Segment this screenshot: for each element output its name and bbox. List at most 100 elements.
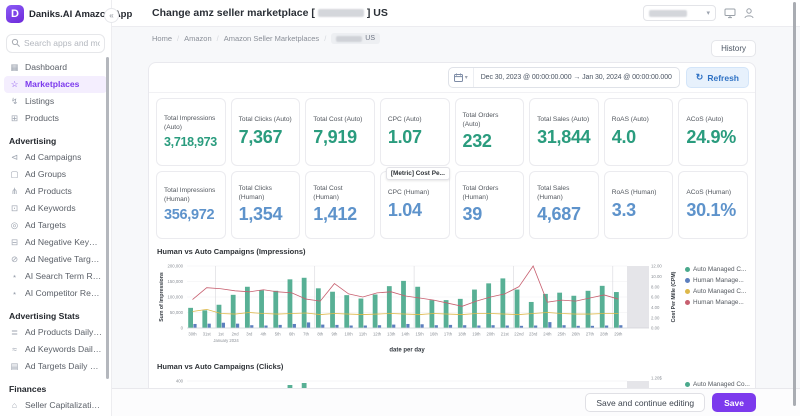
- sidebar-item-label: Ad Targets: [25, 220, 66, 230]
- save-button[interactable]: Save: [712, 393, 756, 412]
- svg-text:26th: 26th: [572, 332, 581, 337]
- sidebar-item-ad-keywords[interactable]: ⊡ Ad Keywords: [4, 200, 107, 217]
- ad-targets-daily-stats-icon: ▤: [10, 360, 19, 371]
- sidebar-item-label: Ad Products Daily Stats: [25, 327, 102, 337]
- svg-text:3rd: 3rd: [246, 332, 253, 337]
- dashboard-icon: ▦: [10, 61, 19, 72]
- sidebar-item-listings[interactable]: ↯ Listings: [4, 93, 107, 110]
- kpi-value: 1,412: [313, 204, 357, 225]
- svg-text:29th: 29th: [614, 332, 623, 337]
- redacted-text: [317, 9, 364, 17]
- sidebar-item-ad-campaigns[interactable]: ⊲ Ad Campaigns: [4, 149, 107, 166]
- legend-item-auto-managed-c[interactable]: Auto Managed C...: [685, 288, 747, 295]
- date-range-text[interactable]: Dec 30, 2023 @ 00:00:00.000 → Jan 30, 20…: [474, 74, 679, 81]
- kpi-label: RoAS (Auto): [611, 116, 649, 124]
- breadcrumb-item-amazon-seller-marketplaces[interactable]: Amazon Seller Marketplaces: [224, 34, 319, 43]
- impressions-chart[interactable]: 0 50,000 100,000 150,000 200,000 30th 31st 1st 2…: [157, 258, 681, 354]
- user-icon[interactable]: [744, 7, 754, 19]
- account-select[interactable]: ▾: [643, 5, 716, 21]
- kpi-value: 3.3: [611, 199, 636, 220]
- svg-text:20th: 20th: [486, 332, 495, 337]
- ai-search-term-reviews-icon: ⋆: [11, 270, 18, 281]
- sidebar-section-header: Finances: [9, 383, 47, 394]
- kpi-row-auto: Total Impressions (Auto) 3,718,973 Total C…: [149, 93, 755, 166]
- redacted-text: [336, 35, 363, 42]
- breadcrumb-item-home[interactable]: Home: [152, 34, 172, 43]
- breadcrumb-current-marketplace[interactable]: US: [331, 33, 381, 44]
- sidebar-item-ai-search-term-reviews[interactable]: ⋆ AI Search Term Reviews: [4, 268, 107, 285]
- monitor-icon[interactable]: [724, 8, 736, 19]
- marketplaces-icon: ☆: [10, 78, 19, 89]
- kpi-label: Total Cost (Human): [313, 184, 343, 201]
- sidebar-item-label: Ad Groups: [25, 169, 67, 179]
- save-and-continue-button[interactable]: Save and continue editing: [585, 393, 706, 412]
- kpi-label: CPC (Human): [387, 189, 430, 197]
- svg-text:200,000: 200,000: [167, 264, 183, 269]
- sidebar-item-marketplaces[interactable]: ☆ Marketplaces: [4, 75, 107, 93]
- breadcrumb-item-amazon[interactable]: Amazon: [184, 34, 212, 43]
- sidebar-item-ad-negative-keywords[interactable]: ⊟ Ad Negative Keywords: [4, 234, 107, 251]
- sidebar-item-label: Ad Products: [25, 186, 72, 196]
- kpi-card-cpc-auto: CPC (Auto) 1.07: [379, 98, 450, 166]
- legend-dot: [685, 382, 690, 387]
- svg-text:100,000: 100,000: [167, 295, 183, 300]
- kpi-label: ACoS (Auto): [686, 116, 724, 124]
- legend-dot: [685, 267, 690, 272]
- svg-text:5th: 5th: [275, 332, 281, 337]
- svg-text:400: 400: [176, 379, 184, 384]
- svg-text:8th: 8th: [317, 332, 323, 337]
- calendar-button[interactable]: ▾: [449, 68, 474, 87]
- sidebar-item-label: Ad Keywords Daily Stats: [25, 344, 102, 354]
- main-area: Change amz seller marketplace [ ] US ▾ H…: [112, 0, 800, 416]
- listings-icon: ↯: [10, 95, 19, 106]
- content-area: ▾ Dec 30, 2023 @ 00:00:00.000 → Jan 30, …: [112, 60, 800, 416]
- kpi-value: 1,354: [238, 204, 283, 225]
- impressions-chart-legend: Auto Managed C... Human Manage... Auto Man…: [685, 266, 747, 310]
- svg-text:date per day: date per day: [389, 348, 425, 354]
- kpi-label: ACoS (Human): [686, 189, 732, 197]
- ai-competitor-reviews-icon: ⋆: [11, 287, 18, 298]
- svg-text:9th: 9th: [332, 332, 338, 337]
- sidebar-item-products[interactable]: ⊞ Products: [4, 110, 107, 127]
- sidebar-item-label: Ad Negative Targets: [25, 254, 102, 264]
- sidebar-item-ad-products-daily-stats[interactable]: ≣ Ad Products Daily Stats: [4, 324, 107, 341]
- sidebar-scrollbar[interactable]: [106, 57, 109, 379]
- kpi-card-total-sales-human: Total Sales (Human) 4,687: [529, 171, 599, 239]
- bottom-action-bar: Save and continue editing Save: [112, 388, 800, 416]
- kpi-value: 1.04: [387, 199, 422, 220]
- sidebar-item-ad-targets[interactable]: ◎ Ad Targets: [4, 217, 107, 234]
- history-button[interactable]: History: [711, 40, 756, 57]
- refresh-button[interactable]: ↻ Refresh: [685, 67, 749, 88]
- page-scrollbar[interactable]: [793, 2, 796, 406]
- top-bar: Change amz seller marketplace [ ] US ▾: [112, 0, 800, 27]
- impressions-chart-title: Human vs Auto Campaigns (Impressions): [157, 247, 306, 256]
- kpi-label: Total Cost (Auto): [313, 116, 363, 124]
- sidebar-collapse-button[interactable]: «: [104, 8, 119, 23]
- sidebar-item-seller-capitalization-daily[interactable]: ⌂ Seller Capitalization Daily: [4, 397, 107, 414]
- breadcrumb-separator: /: [177, 34, 180, 43]
- legend-item-human-manage[interactable]: Human Manage...: [685, 299, 747, 306]
- legend-dot: [685, 289, 690, 294]
- sidebar-item-ad-keywords-daily-stats[interactable]: ≈ Ad Keywords Daily Stats: [4, 341, 107, 358]
- svg-text:0: 0: [181, 326, 184, 331]
- sidebar-item-label: Marketplaces: [25, 79, 80, 89]
- sidebar-item-ad-products[interactable]: ⋔ Ad Products: [4, 183, 107, 200]
- legend-item-auto-managed-co[interactable]: Auto Managed Co...: [685, 381, 750, 388]
- refresh-label: Refresh: [707, 72, 739, 83]
- sidebar-item-dashboard[interactable]: ▦ Dashboard: [4, 59, 107, 76]
- page-title: Change amz seller marketplace [ ] US: [152, 7, 388, 19]
- svg-text:31st: 31st: [203, 332, 212, 337]
- svg-text:19th: 19th: [472, 332, 481, 337]
- sidebar-item-label: Ad Campaigns: [25, 152, 82, 162]
- sidebar-nav: ▦ Dashboard ☆ Marketplaces ↯ Listings ⊞ Product…: [0, 55, 111, 414]
- sidebar-item-ai-competitor-reviews[interactable]: ⋆ AI Competitor Reviews: [4, 285, 107, 302]
- sidebar-item-label: AI Search Term Reviews: [25, 271, 102, 281]
- sidebar-item-ad-negative-targets[interactable]: ⊘ Ad Negative Targets: [4, 251, 107, 268]
- legend-item-human-manage[interactable]: Human Manage...: [685, 277, 747, 284]
- kpi-label: Total Clicks (Auto): [238, 116, 292, 124]
- redacted-text: [649, 9, 687, 17]
- sidebar-item-ad-groups[interactable]: ▢ Ad Groups: [4, 166, 107, 183]
- legend-item-auto-managed-c[interactable]: Auto Managed C...: [685, 266, 747, 273]
- svg-text:4th: 4th: [261, 332, 267, 337]
- sidebar-item-ad-targets-daily-stats[interactable]: ▤ Ad Targets Daily Stats: [4, 358, 107, 375]
